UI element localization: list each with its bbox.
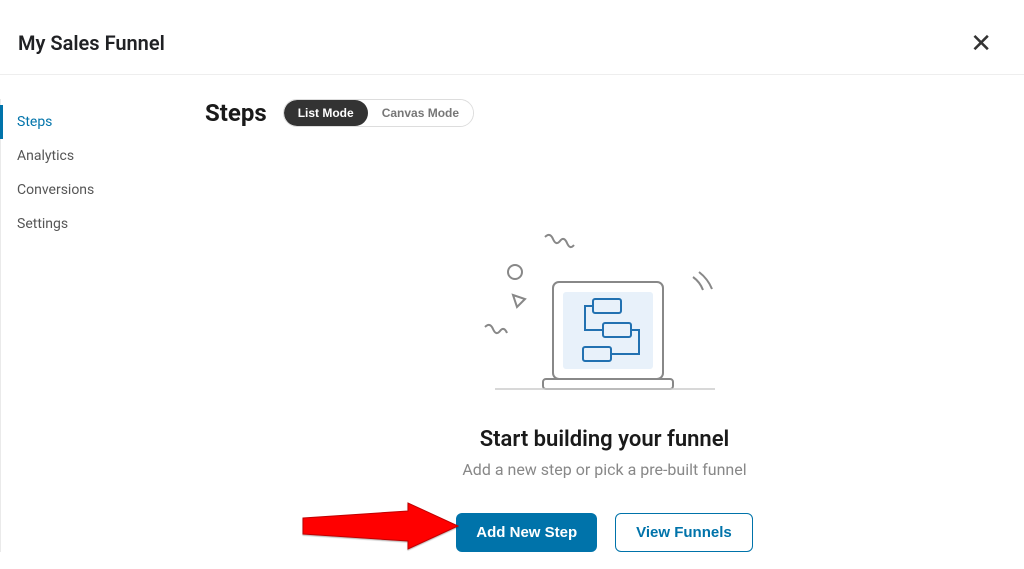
sidebar-item-label: Settings [17,216,68,232]
close-button[interactable]: ✕ [962,26,1000,60]
main-content: Steps List Mode Canvas Mode [185,99,1024,552]
triangle-icon [513,295,525,307]
view-funnels-button[interactable]: View Funnels [615,513,753,552]
empty-state-buttons: Add New Step View Funnels [456,513,752,552]
page-title: My Sales Funnel [18,31,165,55]
sidebar-item-settings[interactable]: Settings [0,207,185,241]
sidebar-item-label: Analytics [17,148,74,164]
mode-list[interactable]: List Mode [284,100,368,126]
body: Steps Analytics Conversions Settings Ste… [0,75,1024,552]
sidebar: Steps Analytics Conversions Settings [0,99,185,552]
wave-icon [485,325,507,333]
main-header: Steps List Mode Canvas Mode [205,99,1004,127]
empty-state-subtitle: Add a new step or pick a pre-built funne… [462,460,746,479]
sidebar-item-label: Steps [17,114,52,130]
empty-state: Start building your funnel Add a new ste… [205,227,1004,552]
add-new-step-button[interactable]: Add New Step [456,513,597,552]
sidebar-item-conversions[interactable]: Conversions [0,173,185,207]
page-header: My Sales Funnel ✕ [0,0,1024,75]
section-title: Steps [205,99,267,127]
mode-toggle: List Mode Canvas Mode [283,99,474,127]
empty-state-title: Start building your funnel [480,427,730,452]
lines-icon [693,272,712,290]
close-icon: ✕ [970,28,992,58]
circle-icon [508,265,522,279]
sidebar-item-steps[interactable]: Steps [0,105,185,139]
funnel-laptop-illustration [475,227,735,407]
sidebar-item-analytics[interactable]: Analytics [0,139,185,173]
mode-canvas[interactable]: Canvas Mode [368,100,473,126]
squiggle-icon [545,235,574,247]
sidebar-item-label: Conversions [17,182,94,198]
